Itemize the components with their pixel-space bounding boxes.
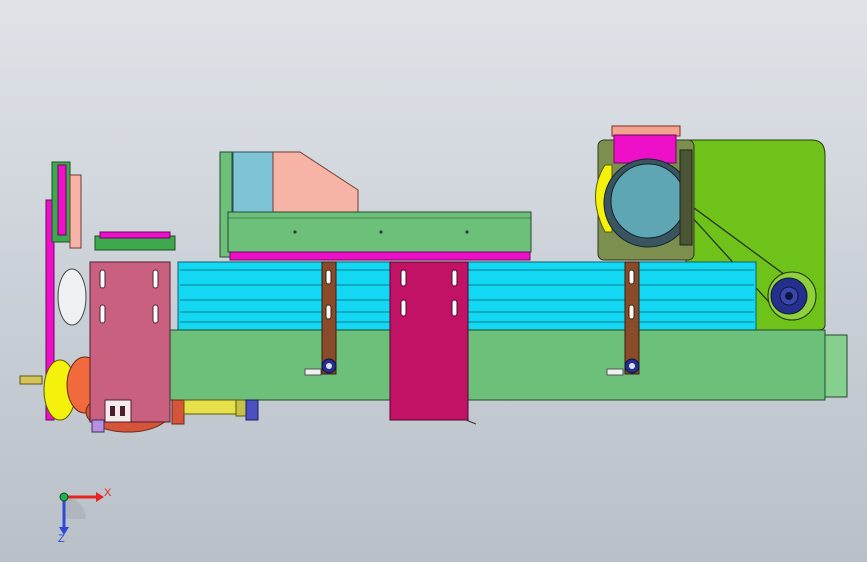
- upper-guide-block: [219, 151, 532, 261]
- x-axis-label: X: [104, 487, 112, 499]
- triad-origin: [59, 492, 69, 502]
- x-axis-arrowhead: [96, 492, 104, 502]
- center-support-plate: [389, 261, 477, 425]
- assembly-drawing: X Z: [19, 125, 848, 545]
- z-axis-label: Z: [58, 533, 65, 545]
- left-side-plate: [89, 231, 176, 433]
- cad-viewport[interactable]: X Z: [0, 0, 867, 562]
- base-beam: [164, 329, 848, 401]
- coordinate-triad: X Z: [58, 487, 112, 545]
- bottom-actuator: [171, 399, 259, 425]
- motor-mount-plate: [595, 125, 695, 261]
